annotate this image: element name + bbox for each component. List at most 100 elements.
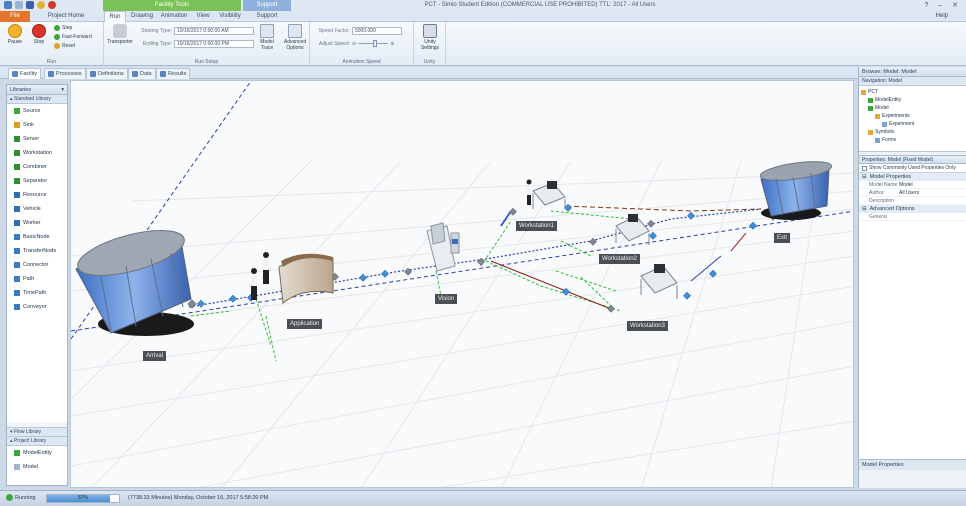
options-icon — [288, 24, 302, 38]
general-row[interactable]: General — [859, 213, 966, 221]
fast-forward-button[interactable]: Fast-Forward — [54, 34, 92, 40]
facility-3d-viewport[interactable]: Arrival Application Vision Workstation1 … — [70, 80, 854, 488]
standard-library-header[interactable]: ▴ Standard Library — [7, 95, 67, 104]
arrival-source-model[interactable] — [73, 221, 194, 336]
property-row[interactable]: Model Name Model — [859, 181, 966, 189]
tab-results[interactable]: Results — [156, 68, 191, 79]
library-item-workstation[interactable]: Workstation — [7, 146, 67, 160]
tree-node-symbols[interactable]: Symbols — [861, 128, 966, 136]
starting-type-value[interactable]: 10/16/2017 0:00:00 AM — [174, 27, 254, 35]
stop-icon[interactable] — [48, 1, 56, 9]
collapse-icon[interactable]: ⊟ — [862, 205, 867, 213]
tree-node-experiment[interactable]: Experiment — [861, 120, 966, 128]
workstation3-model[interactable] — [640, 264, 678, 299]
library-item-label: Vehicle — [23, 206, 41, 212]
label-vision[interactable]: Vision — [435, 294, 458, 304]
flow-library-header[interactable]: ▾ Flow Library — [7, 428, 67, 437]
project-item-model[interactable]: Model — [7, 460, 67, 474]
stop-button[interactable]: Stop — [28, 24, 50, 45]
help-question-icon[interactable]: ? — [924, 0, 928, 11]
tree-node-forms[interactable]: Forms — [861, 136, 966, 144]
library-item-transfernode[interactable]: TransferNode — [7, 244, 67, 258]
help-menu[interactable]: Help — [936, 11, 948, 22]
tab-data[interactable]: Data — [128, 68, 156, 79]
tab-definitions[interactable]: Definitions — [86, 68, 128, 79]
tree-node-model[interactable]: Model — [861, 104, 966, 112]
slower-icon[interactable]: ⊖ — [352, 41, 356, 47]
tab-support[interactable]: Support — [252, 11, 282, 22]
collapse-icon[interactable]: ⊟ — [862, 173, 867, 181]
speed-factor-field[interactable]: Speed Factor: 5000.000 — [314, 27, 402, 35]
model-properties-category[interactable]: ⊟ Model Properties — [859, 173, 966, 181]
library-item-source[interactable]: Source — [7, 104, 67, 118]
speed-thumb[interactable] — [372, 40, 377, 47]
property-value[interactable]: All Users — [899, 189, 919, 196]
pin-icon[interactable]: ▾ — [61, 85, 64, 94]
tree-node-pct[interactable]: PCT — [861, 88, 966, 96]
save-icon[interactable] — [26, 1, 34, 9]
advanced-options-category[interactable]: ⊟ Advanced Options — [859, 205, 966, 213]
tree-node-modelentity[interactable]: ModelEntity — [861, 96, 966, 104]
library-item-timepath[interactable]: TimePath — [7, 286, 67, 300]
project-item-modelentity[interactable]: ModelEntity — [7, 446, 67, 460]
property-value[interactable]: Model — [899, 181, 913, 188]
advanced-options-button[interactable]: Advanced Options — [282, 24, 308, 51]
label-workstation3[interactable]: Workstation3 — [627, 321, 668, 331]
unity-settings-button[interactable]: Unity Settings — [418, 24, 442, 51]
library-item-vehicle[interactable]: Vehicle — [7, 202, 67, 216]
exit-sink-model[interactable] — [759, 158, 833, 220]
redo-icon[interactable] — [15, 1, 23, 9]
pause-button[interactable]: Pause — [4, 24, 26, 45]
speed-factor-value[interactable]: 5000.000 — [352, 27, 402, 35]
library-item-combiner[interactable]: Combiner — [7, 160, 67, 174]
tab-run[interactable]: Run — [104, 11, 126, 22]
undo-icon[interactable] — [4, 1, 12, 9]
transporter-button[interactable]: Transporter — [106, 24, 134, 45]
show-common-properties-toggle[interactable]: Show Commonly Used Properties Only — [859, 164, 966, 173]
library-item-server[interactable]: Server — [7, 132, 67, 146]
project-library-header[interactable]: ▴ Project Library — [7, 437, 67, 446]
ending-type-field[interactable]: Ending Type: 10/16/2017 0:00:00 PM — [136, 40, 254, 48]
library-item-separator[interactable]: Separator — [7, 174, 67, 188]
tab-view[interactable]: View — [192, 11, 214, 22]
tab-drawing[interactable]: Drawing — [128, 11, 156, 22]
step-button[interactable]: Step — [54, 25, 72, 31]
tab-facility[interactable]: Facility — [8, 68, 42, 79]
label-application[interactable]: Application — [287, 319, 323, 329]
faster-icon[interactable]: ⊕ — [390, 41, 394, 47]
library-item-basicnode[interactable]: BasicNode — [7, 230, 67, 244]
model-trace-button[interactable]: Model Trace — [256, 24, 278, 51]
library-item-connector[interactable]: Connector — [7, 258, 67, 272]
tab-animation[interactable]: Animation — [158, 11, 190, 22]
vision-machine-model[interactable] — [426, 222, 460, 272]
label-exit[interactable]: Exit — [774, 233, 791, 243]
library-item-conveyor[interactable]: Conveyor — [7, 300, 67, 314]
library-item-worker[interactable]: Worker — [7, 216, 67, 230]
property-row[interactable]: Author All Users — [859, 189, 966, 197]
minimize-button[interactable]: – — [938, 0, 942, 11]
application-desk-model[interactable] — [278, 253, 334, 304]
tab-visibility[interactable]: Visibility — [216, 11, 244, 22]
property-row[interactable]: Description — [859, 197, 966, 205]
adjust-speed-slider[interactable]: Adjust Speed: ⊖ ⊕ — [314, 40, 394, 47]
close-button[interactable]: ✕ — [952, 0, 958, 11]
tab-file[interactable]: File — [0, 11, 30, 22]
definitions-icon — [90, 71, 96, 77]
label-workstation2[interactable]: Workstation2 — [599, 254, 640, 264]
speed-track[interactable] — [358, 40, 389, 47]
library-item-resource[interactable]: Resource — [7, 188, 67, 202]
library-item-path[interactable]: Path — [7, 272, 67, 286]
workstation2-model[interactable] — [615, 214, 650, 245]
tab-processes[interactable]: Processes — [44, 68, 86, 79]
show-common-checkbox[interactable] — [862, 165, 867, 171]
tree-node-label: Symbols — [875, 129, 895, 135]
label-arrival[interactable]: Arrival — [143, 351, 167, 361]
run-icon[interactable] — [37, 1, 45, 9]
tree-node-experiments[interactable]: Experiments — [861, 112, 966, 120]
starting-type-field[interactable]: Starting Type: 10/16/2017 0:00:00 AM — [136, 27, 254, 35]
label-workstation1[interactable]: Workstation1 — [516, 221, 557, 231]
tab-project-home[interactable]: Project Home — [40, 11, 92, 22]
library-item-sink[interactable]: Sink — [7, 118, 67, 132]
reset-button[interactable]: Reset — [54, 43, 75, 49]
ending-type-value[interactable]: 10/16/2017 0:00:00 PM — [174, 40, 254, 48]
